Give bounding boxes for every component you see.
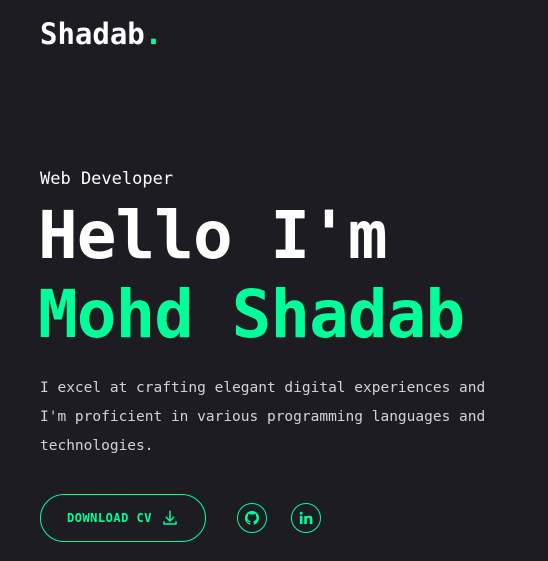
greeting-heading: Hello I'm	[38, 197, 388, 274]
download-cv-button[interactable]: DOWNLOAD CV	[40, 494, 206, 542]
github-icon	[245, 511, 259, 525]
logo-dot: .	[144, 17, 163, 51]
site-logo[interactable]: Shadab.	[40, 14, 162, 54]
linkedin-icon	[299, 511, 313, 525]
bio-paragraph: I excel at crafting elegant digital expe…	[40, 380, 486, 454]
role-title: Web Developer	[40, 169, 174, 189]
download-icon	[163, 510, 177, 525]
name-heading: Mohd Shadab	[38, 276, 465, 353]
github-link[interactable]	[237, 503, 267, 533]
logo-text: Shadab	[40, 17, 145, 51]
page: Shadab. Web Developer Hello I'm Mohd Sha…	[0, 0, 548, 561]
linkedin-link[interactable]	[291, 503, 321, 533]
download-cv-label: DOWNLOAD CV	[67, 511, 152, 525]
